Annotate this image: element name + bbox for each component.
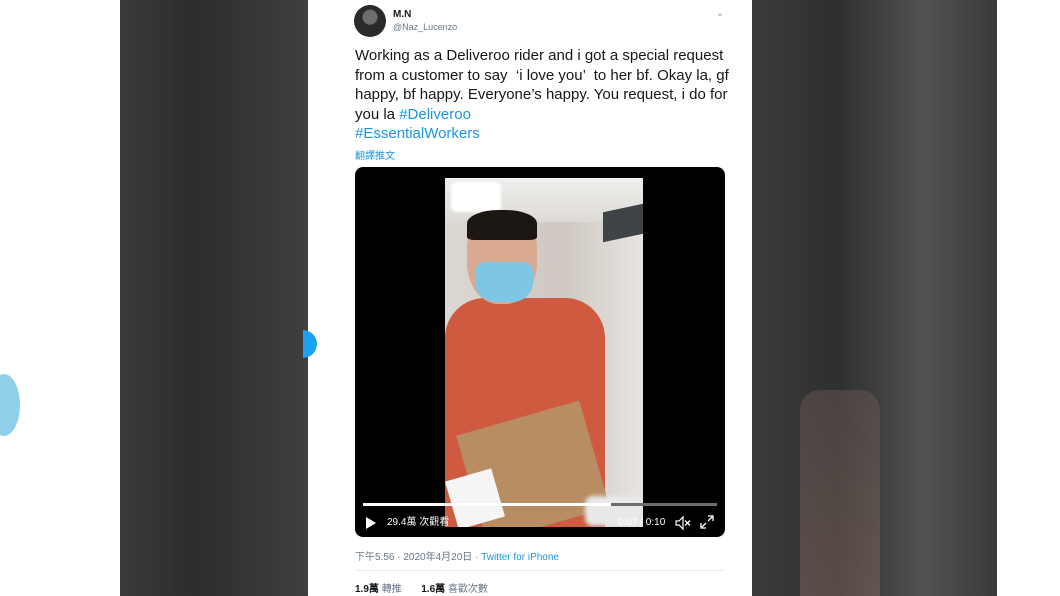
tweet-source[interactable]: Twitter for iPhone [481, 552, 559, 563]
tweet-text: Working as a Deliveroo rider and i got a… [355, 46, 730, 144]
background-left-blob [0, 374, 20, 436]
retweet-count[interactable]: 1.9萬 [355, 584, 379, 595]
background-left-panel [120, 0, 308, 596]
avatar[interactable] [354, 5, 386, 37]
play-icon[interactable] [363, 516, 377, 530]
hashtag-deliveroo[interactable]: #Deliveroo [399, 106, 471, 123]
frame-face-mask [475, 262, 533, 302]
video-player[interactable]: 29.4萬 次觀看 0:07 / 0:10 [355, 167, 725, 537]
background-right-shape [800, 390, 880, 596]
divider [355, 570, 725, 571]
frame-blur-top [451, 182, 501, 212]
retweet-label[interactable]: 轉推 [382, 584, 402, 595]
video-progress-fill [363, 503, 611, 506]
volume-muted-icon[interactable] [675, 515, 691, 531]
view-count: 29.4萬 次觀看 [387, 517, 450, 528]
translate-tweet-link[interactable]: 翻譯推文 [355, 147, 395, 162]
tweet-timestamp[interactable]: 下午5:56 · 2020年4月20日 · [355, 552, 481, 563]
hashtag-essential-workers[interactable]: #EssentialWorkers [355, 125, 480, 142]
tweet-meta: 下午5:56 · 2020年4月20日 · Twitter for iPhone [355, 548, 559, 563]
like-label[interactable]: 喜歡次數 [448, 584, 488, 595]
fullscreen-icon[interactable] [700, 515, 714, 529]
like-count[interactable]: 1.6萬 [421, 584, 445, 595]
video-frame [445, 178, 643, 527]
display-name[interactable]: M.N [393, 9, 411, 20]
user-handle[interactable]: @Naz_Lucenzo [393, 22, 457, 32]
video-time: 0:07 / 0:10 [618, 517, 666, 528]
frame-person-hair [467, 210, 537, 240]
video-progress-bar[interactable] [363, 503, 717, 506]
tweet-stats: 1.9萬 轉推 1.6萬 喜歡次數 [355, 580, 488, 595]
chevron-down-icon[interactable]: ⌄ [714, 8, 726, 20]
